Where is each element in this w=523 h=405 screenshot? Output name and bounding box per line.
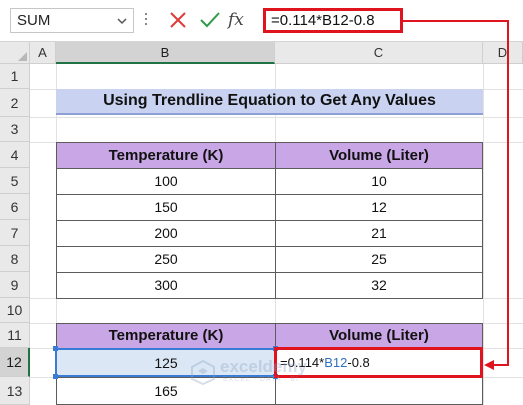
watermark: exceldemy EXCEL · DATA · BI [190,357,330,387]
table1-cell[interactable]: 300 [56,272,276,299]
row-header-8[interactable]: 8 [0,246,30,272]
watermark-logo-icon [191,359,215,385]
row-header-13[interactable]: 13 [0,377,30,405]
table1-header-volume[interactable]: Volume (Liter) [275,142,483,169]
row-header-2[interactable]: 2 [0,89,30,117]
row-header-12[interactable]: 12 [0,348,30,377]
column-header-d[interactable]: D [483,42,523,64]
table1-cell[interactable]: 200 [56,220,276,247]
row-header-6[interactable]: 6 [0,194,30,220]
cancel-icon[interactable] [168,10,188,30]
row-header-10[interactable]: 10 [0,298,30,323]
row-header-4[interactable]: 4 [0,142,30,168]
row-header-3[interactable]: 3 [0,117,30,142]
row-header-7[interactable]: 7 [0,220,30,246]
table2-header-volume[interactable]: Volume (Liter) [275,323,483,349]
name-box-value: SUM [17,12,51,29]
column-header-a[interactable]: A [30,42,56,64]
table1-cell[interactable]: 250 [56,246,276,273]
table1-cell[interactable]: 100 [56,168,276,195]
watermark-name: exceldemy [220,357,307,376]
row-header-11[interactable]: 11 [0,323,30,348]
select-all-button[interactable] [0,42,30,64]
row-header-1[interactable]: 1 [0,64,30,89]
name-box[interactable]: SUM [10,8,134,33]
range-handle[interactable] [53,346,58,351]
checkmark-icon[interactable] [199,10,221,30]
table1-cell[interactable]: 25 [275,246,483,273]
table1-cell[interactable]: 21 [275,220,483,247]
range-handle[interactable] [53,374,58,379]
worksheet-grid[interactable]: A B C D 1 2 3 4 5 6 7 8 9 10 11 12 13 Us… [0,42,523,405]
chevron-down-icon[interactable] [116,15,128,27]
gridline [30,117,523,118]
drag-handle-icon[interactable] [145,13,148,29]
formula-bar: SUM fx =0.114*B12-0.8 [0,0,523,41]
sheet-title[interactable]: Using Trendline Equation to Get Any Valu… [56,89,483,115]
gridline [483,64,484,405]
insert-function-button[interactable]: fx [228,8,252,32]
column-header-c[interactable]: C [275,42,483,64]
row-header-9[interactable]: 9 [0,272,30,298]
row-header-5[interactable]: 5 [0,168,30,194]
table1-cell[interactable]: 150 [56,194,276,221]
table1-header-temperature[interactable]: Temperature (K) [56,142,276,169]
table1-cell[interactable]: 32 [275,272,483,299]
formula-input[interactable]: =0.114*B12-0.8 [263,8,403,33]
table2-header-temperature[interactable]: Temperature (K) [56,323,276,349]
table1-cell[interactable]: 10 [275,168,483,195]
column-header-b[interactable]: B [56,42,275,64]
table1-cell[interactable]: 12 [275,194,483,221]
watermark-tagline: EXCEL · DATA · BI [223,376,299,383]
